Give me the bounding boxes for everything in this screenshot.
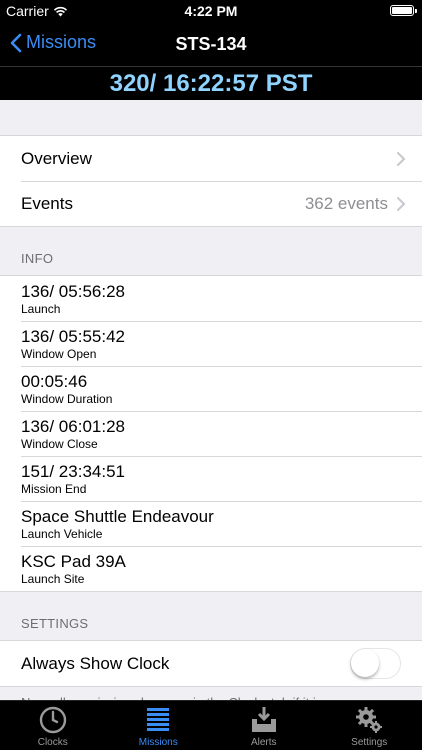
info-row-launch-site: KSC Pad 39A Launch Site [0,546,422,591]
always-show-clock-toggle[interactable] [350,648,401,679]
info-caption: Launch [21,301,61,316]
status-time: 4:22 PM [184,3,238,19]
info-row-window-open: 136/ 05:55:42 Window Open [0,321,422,366]
chevron-right-icon [397,196,406,211]
info-caption: Window Duration [21,391,113,406]
info-value: 151/ 23:34:51 [21,461,125,481]
info-value: 136/ 05:56:28 [21,281,125,301]
events-label: Events [21,193,73,213]
settings-note: Normally a mission shows up in the Clock… [0,687,422,700]
page-title: STS-134 [175,34,247,54]
navigation-bar: Missions STS-134 [0,22,422,66]
inbox-download-icon [251,707,276,732]
info-caption: Launch Site [21,571,85,586]
tab-settings[interactable]: Settings [317,701,422,750]
tab-label: Clocks [37,737,68,748]
info-value: KSC Pad 39A [21,551,126,571]
info-caption: Launch Vehicle [21,526,103,541]
info-row-window-duration: 00:05:46 Window Duration [0,366,422,411]
tab-label: Settings [351,737,388,748]
list-icon [147,708,170,731]
info-caption: Mission End [21,481,87,496]
gear-icon [356,707,383,733]
tab-label: Alerts [250,737,277,748]
info-value: Space Shuttle Endeavour [21,506,214,526]
info-row-launch-vehicle: Space Shuttle Endeavour Launch Vehicle [0,501,422,546]
menu-group: Overview Events 362 events [0,135,422,227]
mission-detail-content[interactable]: Overview Events 362 events INFO 136/ 05:… [0,100,422,700]
top-spacer [0,100,422,135]
settings-section-header: SETTINGS [21,616,89,631]
info-row-window-close: 136/ 06:01:28 Window Close [0,411,422,456]
info-row-mission-end: 151/ 23:34:51 Mission End [0,456,422,501]
status-bar: Carrier 4:22 PM [0,0,422,22]
toggle-knob [351,649,379,677]
clock-icon [39,706,66,734]
events-row[interactable]: Events 362 events [0,181,422,226]
always-show-clock-label: Always Show Clock [21,653,170,673]
info-value: 136/ 05:55:42 [21,326,125,346]
chevron-right-icon [397,151,406,166]
tab-alerts[interactable]: Alerts [211,701,317,750]
tab-bar: Clocks Missions Alerts Settings [0,700,422,750]
always-show-clock-row: Always Show Clock [0,641,422,686]
info-caption: Window Open [21,346,97,361]
events-count: 362 events [304,193,388,213]
tab-label: Missions [138,737,178,748]
info-section-header: INFO [21,251,54,266]
info-row-launch: 136/ 05:56:28 Launch [0,276,422,321]
mission-clock-banner: 320/ 16:22:57 PST [0,66,422,100]
battery-icon [390,5,417,16]
info-caption: Window Close [21,436,98,451]
info-group: 136/ 05:56:28 Launch 136/ 05:55:42 Windo… [0,275,422,592]
info-value: 136/ 06:01:28 [21,416,125,436]
settings-group: Always Show Clock [0,640,422,687]
info-value: 00:05:46 [21,371,88,391]
overview-label: Overview [21,148,92,168]
tab-clocks[interactable]: Clocks [0,701,106,750]
overview-row[interactable]: Overview [0,136,422,181]
tab-missions[interactable]: Missions [106,701,212,750]
